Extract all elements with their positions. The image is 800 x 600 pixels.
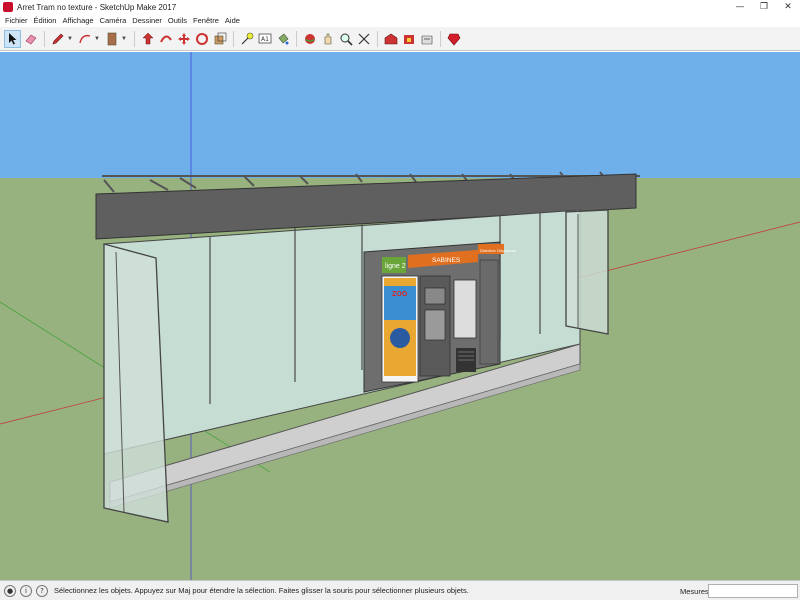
zoom-icon[interactable] (337, 30, 354, 48)
sketchup-window: Arret Tram no texture - SketchUp Make 20… (0, 0, 800, 600)
arc-icon[interactable] (76, 30, 93, 48)
extension-warehouse-icon[interactable] (400, 30, 417, 48)
sketchup-logo-icon (3, 2, 13, 12)
minimize-button[interactable]: — (728, 0, 752, 14)
sky (0, 52, 800, 178)
title-bar: Arret Tram no texture - SketchUp Make 20… (0, 0, 800, 14)
follow-me-icon[interactable] (157, 30, 174, 48)
main-toolbar: ▼ ▼ ▼ A1 (0, 27, 800, 51)
svg-text:A1: A1 (261, 36, 269, 43)
pan-icon[interactable] (319, 30, 336, 48)
menu-bar: Fichier Édition Affichage Caméra Dessine… (0, 14, 800, 27)
chevron-down-icon[interactable]: ▼ (67, 36, 73, 42)
status-bar: ● i ? Sélectionnez les objets. Appuyez s… (0, 580, 800, 600)
zoom-extents-icon[interactable] (355, 30, 372, 48)
scale-icon[interactable] (211, 30, 228, 48)
toolbar-separator (233, 30, 234, 47)
toolbar-separator (44, 30, 45, 47)
menu-edition[interactable]: Édition (31, 16, 60, 25)
close-button[interactable]: ✕ (776, 0, 800, 14)
menu-fichier[interactable]: Fichier (2, 16, 31, 25)
warehouse-icon[interactable] (382, 30, 399, 48)
eraser-icon[interactable] (22, 30, 39, 48)
geo-location-icon[interactable]: ● (4, 584, 16, 597)
toolbar-separator (134, 30, 135, 47)
menu-dessiner[interactable]: Dessiner (129, 16, 165, 25)
right-end-panel (565, 209, 609, 335)
paint-bucket-icon[interactable] (274, 30, 291, 48)
menu-aide[interactable]: Aide (222, 16, 243, 25)
menu-affichage[interactable]: Affichage (59, 16, 96, 25)
sign-in-icon[interactable] (418, 30, 435, 48)
window-controls: — ❐ ✕ (728, 0, 800, 14)
toolbar-separator (377, 30, 378, 47)
pencil-icon[interactable] (49, 30, 66, 48)
ruby-console-icon[interactable] (445, 30, 462, 48)
orbit-icon[interactable] (301, 30, 318, 48)
poster-text: ZOO (392, 291, 408, 298)
direction-sign: Direction Odysseum (480, 248, 517, 253)
toolbar-separator (440, 30, 441, 47)
toolbar-separator (296, 30, 297, 47)
line-sign: ligne 2 (385, 263, 406, 270)
chevron-down-icon[interactable]: ▼ (121, 36, 127, 42)
measures-input[interactable] (708, 584, 798, 598)
select-icon[interactable] (4, 29, 21, 48)
user-icon[interactable]: ? (36, 584, 48, 597)
tape-measure-icon[interactable] (238, 30, 255, 48)
3d-scene[interactable]: ligne 2 SABINES Direction Odysseum ZOO (0, 52, 800, 580)
station-sign: SABINES (432, 257, 461, 264)
maximize-button[interactable]: ❐ (752, 0, 776, 14)
menu-fenetre[interactable]: Fenêtre (190, 16, 222, 25)
window-title: Arret Tram no texture - SketchUp Make 20… (17, 2, 177, 12)
info-icon[interactable]: i (20, 584, 32, 597)
push-pull-icon[interactable] (139, 30, 156, 48)
chevron-down-icon[interactable]: ▼ (94, 36, 100, 42)
measures-label: Mesures (680, 587, 709, 596)
move-icon[interactable] (175, 30, 192, 48)
rectangle-icon[interactable] (103, 30, 120, 48)
menu-outils[interactable]: Outils (165, 16, 190, 25)
status-message: Sélectionnez les objets. Appuyez sur Maj… (54, 586, 469, 595)
menu-camera[interactable]: Caméra (97, 16, 130, 25)
text-icon[interactable]: A1 (256, 30, 273, 48)
drawing-viewport[interactable]: ligne 2 SABINES Direction Odysseum ZOO (0, 52, 800, 580)
rotate-icon[interactable] (193, 30, 210, 48)
